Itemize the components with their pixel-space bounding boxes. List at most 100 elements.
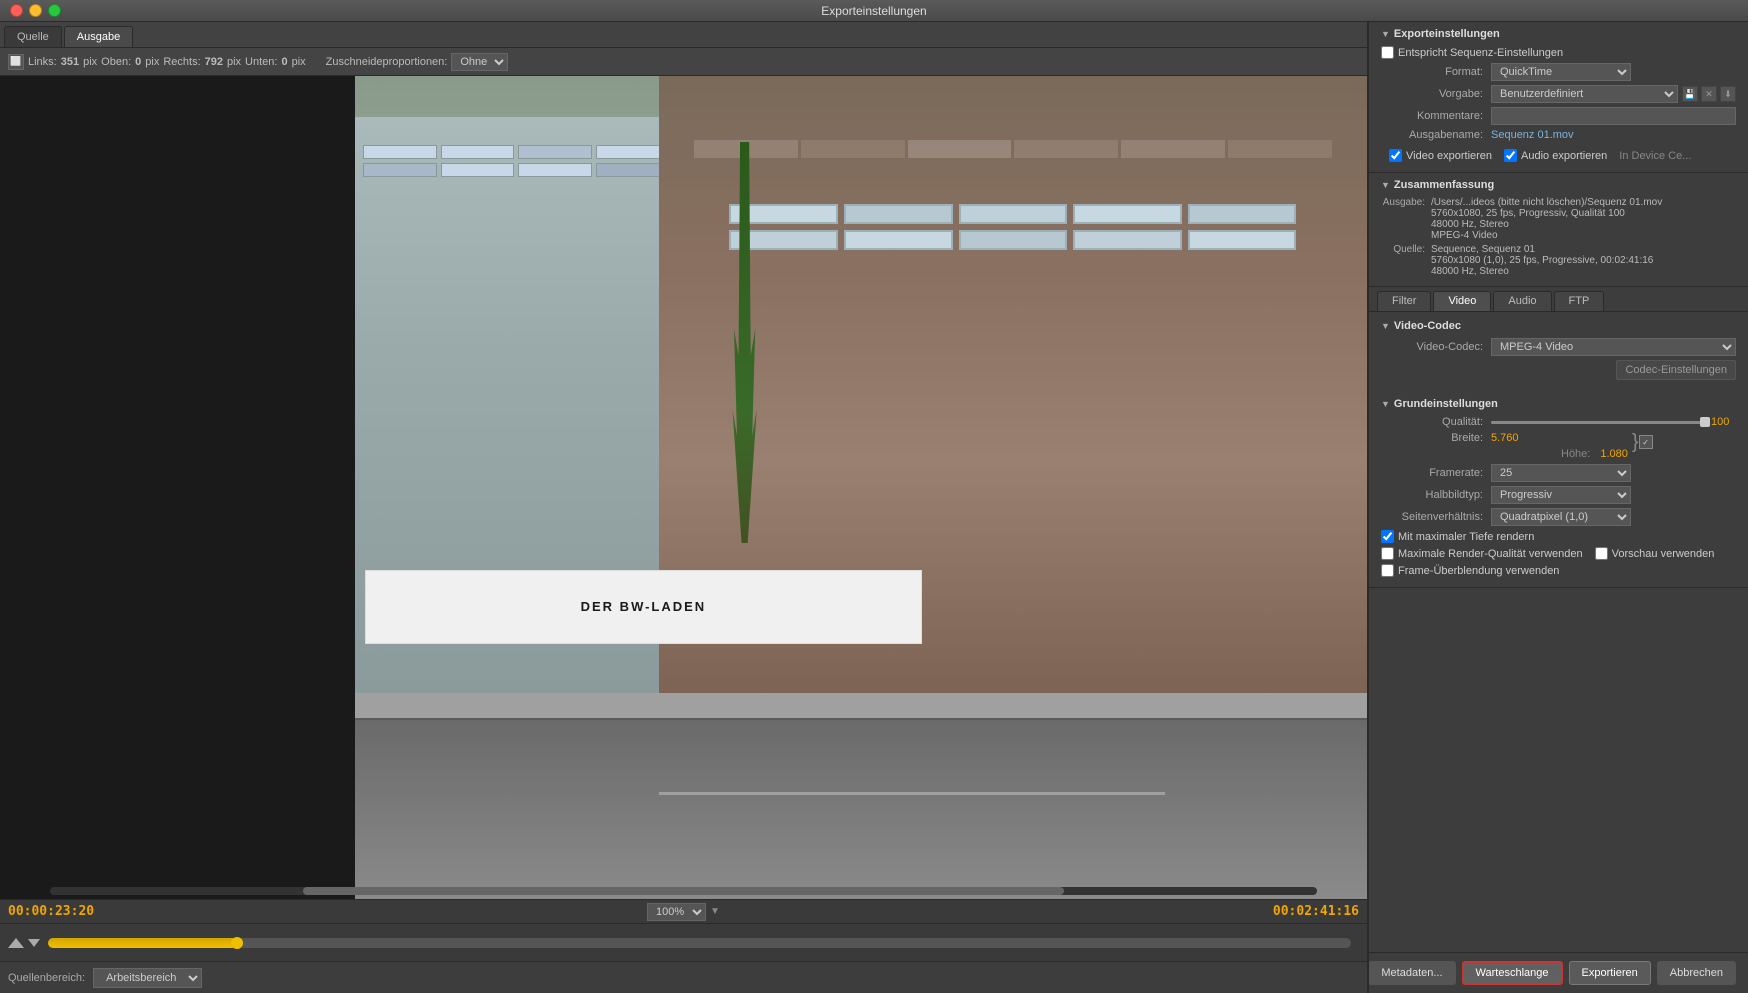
tab-ftp[interactable]: FTP bbox=[1554, 291, 1605, 311]
halbbildtyp-row: Halbbildtyp: Progressiv bbox=[1381, 486, 1736, 504]
framerate-label: Framerate: bbox=[1381, 467, 1491, 479]
grundeinstellungen-triangle[interactable]: ▼ bbox=[1381, 399, 1390, 409]
video-export-checkbox[interactable] bbox=[1389, 149, 1402, 162]
preview-cropped-left bbox=[0, 76, 355, 899]
abbrechen-button[interactable]: Abbrechen bbox=[1657, 961, 1736, 985]
kommentare-label: Kommentare: bbox=[1381, 110, 1491, 122]
window-title: Exporteinstellungen bbox=[821, 4, 926, 18]
preview-scrollbar[interactable] bbox=[50, 887, 1317, 895]
tab-ausgabe[interactable]: Ausgabe bbox=[64, 26, 133, 47]
vorgabe-icons: 💾 ✕ ⬇ bbox=[1682, 86, 1736, 102]
codec-settings-button[interactable]: Codec-Einstellungen bbox=[1616, 360, 1736, 380]
vorschau-checkbox[interactable] bbox=[1595, 547, 1608, 560]
vorschau-label: Vorschau verwenden bbox=[1612, 548, 1715, 560]
frame-blend-row: Frame-Überblendung verwenden bbox=[1381, 564, 1736, 577]
tab-audio[interactable]: Audio bbox=[1493, 291, 1551, 311]
proportionen-label: Zuschneideproportionen: bbox=[326, 56, 448, 68]
rechts-label: Rechts: bbox=[163, 56, 200, 68]
road bbox=[355, 718, 1367, 899]
scrollbar-thumb[interactable] bbox=[303, 887, 1063, 895]
format-row: Format: QuickTime bbox=[1381, 63, 1736, 81]
close-button[interactable] bbox=[10, 4, 23, 17]
qualitaet-handle[interactable] bbox=[1700, 417, 1710, 427]
crop-icon[interactable]: ⬜ bbox=[8, 54, 24, 70]
main-container: Quelle Ausgabe ⬜ Links: 351 pix Oben: 0 … bbox=[0, 22, 1748, 993]
tab-bar: Quelle Ausgabe bbox=[0, 22, 1367, 48]
timeline-arrow-up[interactable] bbox=[8, 938, 24, 948]
halbbildtyp-dropdown[interactable]: Progressiv bbox=[1491, 486, 1631, 504]
codec-settings-row: Codec-Einstellungen bbox=[1381, 360, 1736, 380]
in-device-label: In Device Ce... bbox=[1619, 150, 1691, 162]
timeline-track[interactable] bbox=[48, 938, 1351, 948]
shop-sign: DER BW-LADEN bbox=[365, 570, 922, 644]
audio-export-checkbox[interactable] bbox=[1504, 149, 1517, 162]
left-panel: Quelle Ausgabe ⬜ Links: 351 pix Oben: 0 … bbox=[0, 22, 1368, 993]
tab-video[interactable]: Video bbox=[1433, 291, 1491, 311]
frame-blend-label: Frame-Überblendung verwenden bbox=[1398, 565, 1559, 577]
hoehe-value: 1.080 bbox=[1600, 448, 1628, 460]
video-codec-section: ▼ Video-Codec Video-Codec: MPEG-4 Video … bbox=[1369, 311, 1748, 392]
link-checkbox[interactable]: ✓ bbox=[1639, 435, 1653, 449]
minimize-button[interactable] bbox=[29, 4, 42, 17]
qualitaet-slider[interactable] bbox=[1491, 421, 1705, 424]
ausgabe-val: /Users/...ideos (bitte nicht löschen)/Se… bbox=[1431, 197, 1662, 241]
max-render-checkbox[interactable] bbox=[1381, 547, 1394, 560]
proportionen-dropdown[interactable]: Ohne bbox=[451, 53, 508, 71]
tab-filter[interactable]: Filter bbox=[1377, 291, 1431, 311]
save-preset-icon[interactable]: 💾 bbox=[1682, 86, 1698, 102]
seitenverhaeltnis-dropdown[interactable]: Quadratpixel (1,0) bbox=[1491, 508, 1631, 526]
timeline-arrow-down[interactable] bbox=[28, 939, 40, 947]
entspricht-checkbox[interactable] bbox=[1381, 46, 1394, 59]
video-codec-dropdown[interactable]: MPEG-4 Video bbox=[1491, 338, 1736, 356]
framerate-dropdown[interactable]: 25 24 30 bbox=[1491, 464, 1631, 482]
exportieren-button[interactable]: Exportieren bbox=[1569, 961, 1651, 985]
maximize-button[interactable] bbox=[48, 4, 61, 17]
breite-value: 5.760 bbox=[1491, 432, 1519, 444]
entspricht-label: Entspricht Sequenz-Einstellungen bbox=[1398, 47, 1563, 59]
tab-quelle[interactable]: Quelle bbox=[4, 26, 62, 47]
breite-row: 5.760 bbox=[1491, 432, 1628, 444]
max-tiefe-label: Mit maximaler Tiefe rendern bbox=[1398, 531, 1534, 543]
zusammenfassung-triangle[interactable]: ▼ bbox=[1381, 180, 1390, 190]
warteschlange-button[interactable]: Warteschlange bbox=[1462, 961, 1563, 985]
oben-value: 0 bbox=[135, 56, 141, 68]
ausgabe-summary-row: Ausgabe: /Users/...ideos (bitte nicht lö… bbox=[1381, 197, 1736, 241]
kommentare-row: Kommentare: bbox=[1381, 107, 1736, 125]
preview-content: DER BW-LADEN bbox=[0, 76, 1367, 899]
delete-preset-icon[interactable]: ✕ bbox=[1701, 86, 1717, 102]
video-codec-triangle[interactable]: ▼ bbox=[1381, 321, 1390, 331]
zusammenfassung-header: ▼ Zusammenfassung bbox=[1381, 179, 1736, 191]
ausgabename-link[interactable]: Sequenz 01.mov bbox=[1491, 129, 1574, 141]
frame-blend-checkbox[interactable] bbox=[1381, 564, 1394, 577]
timeline-playhead[interactable] bbox=[231, 937, 243, 949]
zusammenfassung-section: ▼ Zusammenfassung Ausgabe: /Users/...ide… bbox=[1369, 173, 1748, 287]
vorgabe-dropdown[interactable]: Benutzerdefiniert bbox=[1491, 85, 1678, 103]
video-codec-row: Video-Codec: MPEG-4 Video bbox=[1381, 338, 1736, 356]
kommentare-input[interactable] bbox=[1491, 107, 1736, 125]
max-tiefe-checkbox[interactable] bbox=[1381, 530, 1394, 543]
video-export-label: Video exportieren bbox=[1406, 150, 1492, 162]
zoom-control: 100% 50% 200% ▼ bbox=[647, 903, 720, 921]
crop-toolbar: ⬜ Links: 351 pix Oben: 0 pix Rechts: 792… bbox=[0, 48, 1367, 76]
timecode-bar: 00:00:23:20 100% 50% 200% ▼ 00:02:41:16 bbox=[0, 899, 1367, 923]
dimensions-row: Breite: 5.760 Höhe: 1.080 } ✓ bbox=[1381, 432, 1736, 460]
links-label: Links: bbox=[28, 56, 57, 68]
entspricht-row: Entspricht Sequenz-Einstellungen bbox=[1381, 46, 1736, 59]
pix3-label: pix bbox=[227, 56, 241, 68]
grundeinstellungen-header: ▼ Grundeinstellungen bbox=[1381, 398, 1736, 410]
window-controls[interactable] bbox=[10, 4, 61, 17]
import-preset-icon[interactable]: ⬇ bbox=[1720, 86, 1736, 102]
metadaten-button[interactable]: Metadaten... bbox=[1368, 961, 1455, 985]
spacer bbox=[1369, 588, 1748, 952]
preview-area: DER BW-LADEN bbox=[0, 76, 1367, 899]
collapse-triangle[interactable]: ▼ bbox=[1381, 29, 1390, 39]
vorgabe-label: Vorgabe: bbox=[1381, 88, 1491, 100]
hoehe-label: Höhe: bbox=[1561, 448, 1590, 460]
format-dropdown[interactable]: QuickTime bbox=[1491, 63, 1631, 81]
max-render-label: Maximale Render-Qualität verwenden bbox=[1398, 548, 1583, 560]
export-options-row: Video exportieren Audio exportieren In D… bbox=[1389, 145, 1736, 166]
pix1-label: pix bbox=[83, 56, 97, 68]
source-range-select[interactable]: Arbeitsbereich bbox=[93, 968, 202, 988]
zoom-select[interactable]: 100% 50% 200% bbox=[647, 903, 706, 921]
chain-icon: } bbox=[1632, 432, 1639, 452]
